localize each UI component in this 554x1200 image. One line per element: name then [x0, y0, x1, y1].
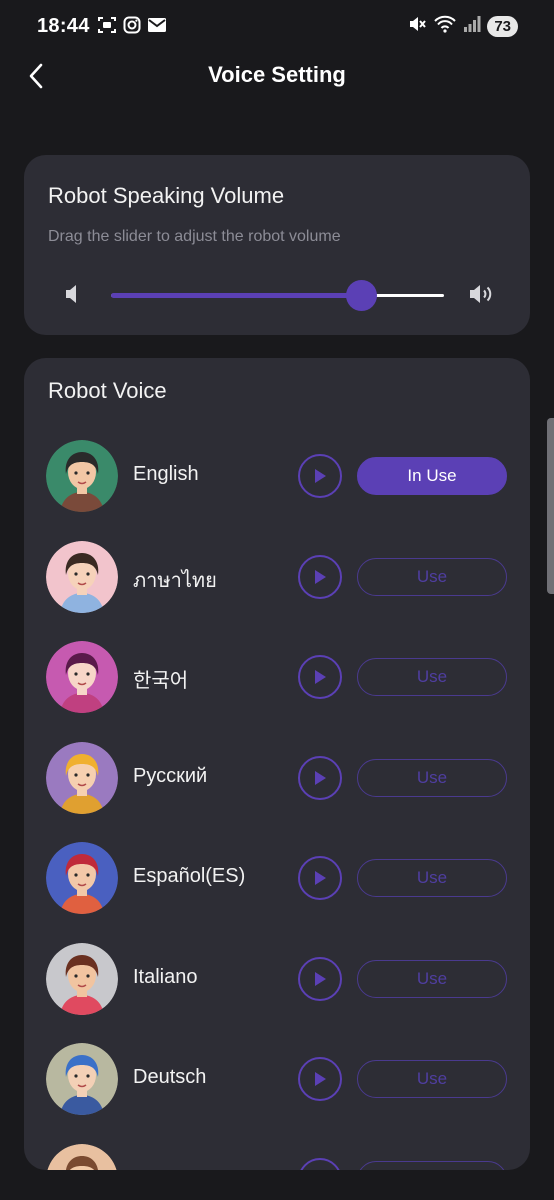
- play-sample-button[interactable]: [298, 454, 342, 498]
- voice-card-title: Robot Voice: [48, 378, 167, 403]
- use-button[interactable]: Use: [357, 658, 507, 696]
- use-button[interactable]: Use: [357, 758, 507, 797]
- status-icons-left: [97, 16, 167, 39]
- voice-name: English: [133, 463, 199, 485]
- play-sample-button[interactable]: [298, 755, 342, 800]
- voice-name: Italiano: [133, 965, 198, 988]
- avatar: [46, 1143, 118, 1170]
- use-button[interactable]: Use: [357, 557, 507, 596]
- avatar: [46, 741, 118, 814]
- play-sample-button[interactable]: [298, 856, 342, 900]
- volume-description: Drag the slider to adjust the robot volu…: [48, 228, 341, 245]
- voice-row: Español(ES) Use: [24, 822, 530, 923]
- use-button[interactable]: Use: [357, 959, 507, 998]
- scroll-indicator[interactable]: [547, 418, 554, 594]
- avatar: [46, 1043, 118, 1115]
- instagram-icon: [123, 16, 141, 39]
- avatar: [46, 942, 118, 1015]
- voice-row: ภาษาไทย Use: [24, 521, 530, 622]
- volume-high-icon: [468, 284, 494, 309]
- wifi-icon: [433, 14, 457, 39]
- status-icons-right: 73: [407, 14, 518, 39]
- screenshot-icon: [97, 16, 117, 39]
- use-button[interactable]: [357, 1160, 507, 1170]
- voice-card: Robot Voice English In Use ภาษาไทย Use 한국어 Us…: [24, 358, 530, 1170]
- page-title: Voice Setting: [208, 62, 346, 87]
- play-sample-button[interactable]: [298, 655, 342, 699]
- voice-list: English In Use ภาษาไทย Use 한국어 Use Русский Use E…: [24, 420, 530, 1170]
- play-sample-button[interactable]: [298, 956, 342, 1001]
- use-button[interactable]: Use: [357, 1060, 507, 1098]
- in-use-button[interactable]: In Use: [357, 457, 507, 495]
- mail-icon: [147, 17, 167, 38]
- play-icon: [315, 469, 326, 483]
- voice-name: 한국어: [133, 670, 189, 692]
- play-sample-button[interactable]: [298, 1057, 342, 1101]
- voice-row: Русский Use: [24, 722, 530, 823]
- volume-card-title: Robot Speaking Volume: [48, 183, 285, 208]
- voice-row: Italiano Use: [24, 923, 530, 1024]
- avatar: [46, 641, 118, 713]
- play-icon: [315, 971, 326, 986]
- slider-thumb[interactable]: [345, 280, 377, 311]
- play-icon: [315, 569, 326, 584]
- voice-row: [24, 1124, 530, 1170]
- status-bar: 18:44 73: [0, 0, 554, 52]
- voice-name: Español(ES): [133, 865, 246, 887]
- mute-icon: [407, 14, 427, 39]
- signal-icon: [463, 15, 481, 38]
- play-sample-button[interactable]: [298, 554, 342, 599]
- voice-row: 한국어 Use: [24, 621, 530, 722]
- voice-row: English In Use: [24, 420, 530, 521]
- status-time: 18:44: [37, 15, 90, 37]
- voice-name: ภาษาไทย: [133, 569, 217, 592]
- header: Voice Setting: [0, 52, 554, 100]
- play-sample-button[interactable]: [298, 1157, 342, 1170]
- avatar: [46, 540, 118, 613]
- battery-indicator: 73: [487, 16, 518, 37]
- volume-low-icon: [64, 284, 82, 309]
- volume-slider[interactable]: [111, 277, 444, 313]
- play-icon: [315, 871, 326, 885]
- slider-fill: [111, 293, 361, 298]
- avatar: [46, 842, 118, 914]
- volume-card: Robot Speaking Volume Drag the slider to…: [24, 155, 530, 335]
- voice-name: Deutsch: [133, 1066, 207, 1088]
- voice-row: Deutsch Use: [24, 1023, 530, 1124]
- voice-name: Русский: [133, 764, 208, 787]
- play-icon: [315, 1072, 326, 1086]
- use-button[interactable]: Use: [357, 859, 507, 897]
- play-icon: [315, 670, 326, 684]
- avatar: [46, 440, 118, 512]
- play-icon: [315, 770, 326, 785]
